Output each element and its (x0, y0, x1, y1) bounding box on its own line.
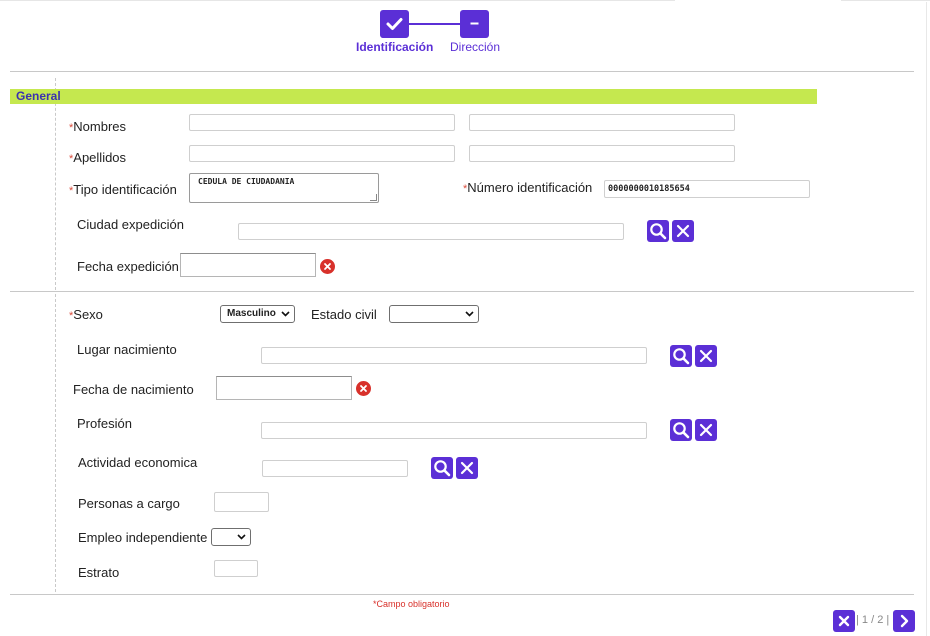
tipo-identificacion-label: *Tipo identificación (69, 182, 177, 197)
lugar-nacimiento-search-button[interactable] (670, 345, 692, 367)
search-icon (650, 223, 667, 240)
section-title: General (16, 89, 61, 103)
actividad-economica-search-button[interactable] (431, 457, 453, 479)
profesion-clear-button[interactable] (695, 419, 717, 441)
step-label-direccion[interactable]: Dirección (450, 40, 500, 54)
nombres-first-input[interactable] (189, 114, 455, 131)
pager-status: | 1 / 2 | (856, 614, 890, 626)
chevron-down-icon (465, 311, 474, 317)
close-icon (699, 423, 713, 437)
section-header-general: General (10, 89, 817, 104)
resize-handle-icon[interactable] (370, 194, 377, 201)
fecha-expedicion-label: Fecha expedición (77, 259, 179, 274)
actividad-economica-label: Actividad economica (78, 455, 198, 470)
search-icon (434, 460, 451, 477)
fecha-expedicion-clear-icon[interactable] (320, 259, 335, 274)
step-direccion-button[interactable] (460, 10, 489, 38)
close-icon (838, 615, 850, 627)
check-icon (386, 18, 403, 30)
estrato-input[interactable] (214, 560, 258, 577)
estado-civil-label: Estado civil (311, 307, 377, 322)
numero-identificacion-label-text: Número identificación (467, 180, 593, 195)
section-guide-1 (55, 78, 56, 290)
fecha-expedicion-input[interactable] (180, 253, 316, 277)
apellidos-first-input[interactable] (189, 145, 455, 162)
ciudad-expedicion-label: Ciudad expedición (77, 217, 184, 232)
stepper-connector (408, 23, 461, 25)
minus-icon (470, 22, 479, 25)
required-field-note: *Campo obligatorio (373, 599, 450, 609)
close-icon (460, 461, 474, 475)
empleo-independiente-label: Empleo independiente (78, 530, 208, 545)
pager-close-button[interactable] (833, 610, 855, 632)
close-icon (676, 224, 690, 238)
close-circle-icon (360, 385, 367, 392)
close-icon (699, 349, 713, 363)
required-field-note-text: Campo obligatorio (376, 599, 450, 609)
actividad-economica-clear-button[interactable] (456, 457, 478, 479)
close-circle-icon (324, 263, 331, 270)
header-divider (10, 71, 914, 72)
nombres-label-text: Nombres (73, 119, 127, 134)
tipo-identificacion-textarea[interactable]: CEDULA DE CIUDADANIA (189, 173, 379, 203)
actividad-economica-input[interactable] (262, 460, 408, 477)
ciudad-expedicion-search-button[interactable] (647, 220, 669, 242)
lugar-nacimiento-clear-button[interactable] (695, 345, 717, 367)
sexo-label: *Sexo (69, 307, 103, 322)
estrato-label: Estrato (78, 565, 120, 580)
estado-civil-select[interactable] (389, 305, 479, 323)
apellidos-label-text: Apellidos (73, 150, 127, 165)
apellidos-label: *Apellidos (69, 150, 126, 165)
lugar-nacimiento-label: Lugar nacimiento (77, 342, 177, 357)
chevron-down-icon (281, 311, 290, 317)
profesion-search-button[interactable] (670, 419, 692, 441)
personas-a-cargo-label: Personas a cargo (78, 496, 180, 511)
nombres-label: *Nombres (69, 119, 126, 134)
section-divider (10, 291, 914, 292)
step-identificacion-button[interactable] (380, 10, 409, 38)
personas-a-cargo-input[interactable] (214, 492, 269, 512)
numero-identificacion-label: *Número identificación (463, 180, 592, 195)
right-border (926, 2, 927, 636)
ciudad-expedicion-input[interactable] (238, 223, 624, 240)
tipo-identificacion-value: CEDULA DE CIUDADANIA (198, 177, 295, 186)
apellidos-second-input[interactable] (469, 145, 735, 162)
fecha-nacimiento-clear-icon[interactable] (356, 381, 371, 396)
step-label-identificacion[interactable]: Identificación (356, 40, 433, 54)
ciudad-expedicion-clear-button[interactable] (672, 220, 694, 242)
chevron-right-icon (900, 614, 909, 628)
chevron-down-icon (237, 534, 246, 540)
fecha-nacimiento-input[interactable] (216, 376, 352, 400)
empleo-independiente-select[interactable] (211, 528, 251, 546)
sexo-select[interactable]: Masculino (220, 305, 295, 323)
tipo-identificacion-label-text: Tipo identificación (73, 182, 177, 197)
sexo-selected-value: Masculino (227, 308, 276, 319)
footer-divider (10, 594, 914, 595)
pager-next-button[interactable] (893, 610, 915, 632)
search-icon (673, 422, 690, 439)
sexo-label-text: Sexo (73, 307, 103, 322)
section-guide-2 (55, 294, 56, 592)
fecha-nacimiento-label: Fecha de nacimiento (73, 382, 194, 397)
numero-identificacion-input[interactable]: 0000000010185654 (604, 180, 810, 198)
top-border-gap (675, 0, 841, 2)
nombres-second-input[interactable] (469, 114, 735, 131)
lugar-nacimiento-input[interactable] (261, 347, 647, 364)
search-icon (673, 348, 690, 365)
profesion-label: Profesión (77, 416, 132, 431)
profesion-input[interactable] (261, 422, 647, 439)
